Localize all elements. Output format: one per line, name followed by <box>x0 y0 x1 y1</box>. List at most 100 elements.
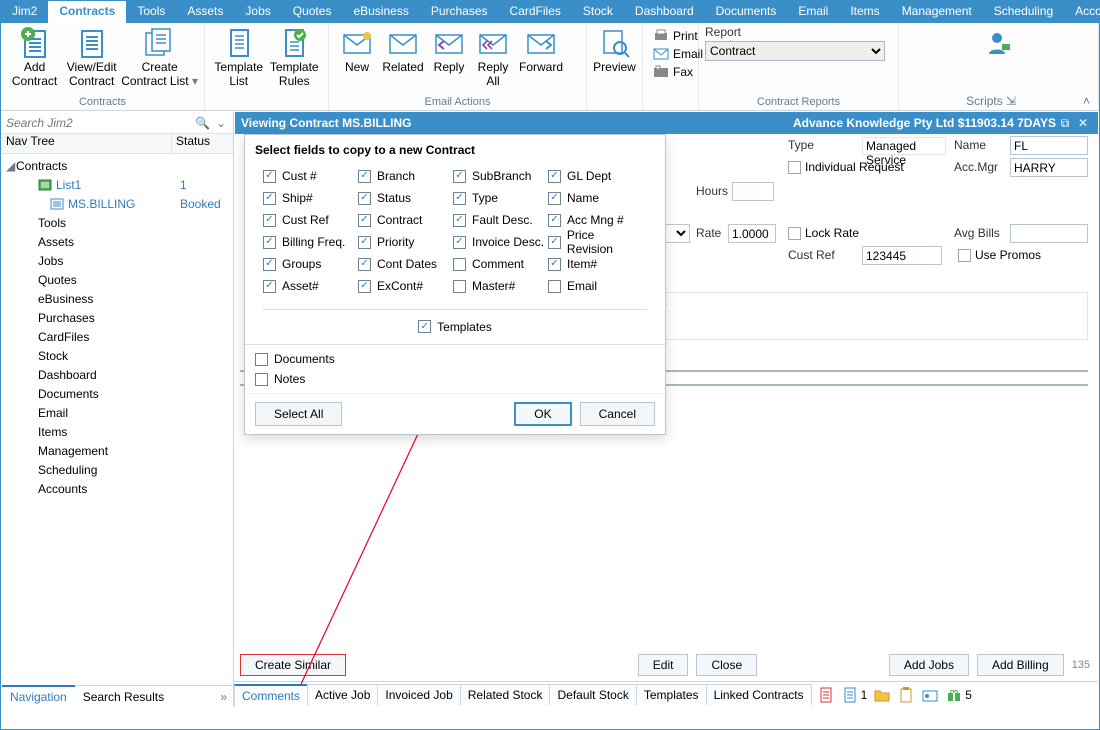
titlebar-popout-icon[interactable]: ⧉ <box>1056 116 1074 131</box>
lock-rate-checkbox[interactable] <box>788 227 801 240</box>
add-contract-button[interactable]: Add Contract <box>7 25 62 89</box>
field-checkbox-name[interactable] <box>548 192 561 205</box>
field-checkbox-invoicedesc[interactable] <box>453 236 466 249</box>
close-button[interactable]: Close <box>696 654 757 676</box>
tree-dashboard[interactable]: Dashboard <box>2 365 233 384</box>
scripts-button[interactable] <box>977 25 1021 61</box>
tab-stock[interactable]: Stock <box>572 1 624 23</box>
notes-checkbox[interactable] <box>255 373 268 386</box>
view-edit-contract-button[interactable]: View/Edit Contract <box>62 25 121 89</box>
field-checkbox-excont[interactable] <box>358 280 371 293</box>
tree-purchases[interactable]: Purchases <box>2 308 233 327</box>
individual-request-checkbox[interactable] <box>788 161 801 174</box>
email-reply-button[interactable]: Reply <box>427 25 471 75</box>
field-checkbox-status[interactable] <box>358 192 371 205</box>
tab-quotes[interactable]: Quotes <box>282 1 343 23</box>
field-checkbox-accmng[interactable] <box>548 214 561 227</box>
create-similar-button[interactable]: Create Similar <box>240 654 346 676</box>
detail-tab-linkedcontracts[interactable]: Linked Contracts <box>706 684 812 705</box>
rate-input[interactable] <box>728 224 776 243</box>
name-input[interactable] <box>1010 136 1088 155</box>
quick-fax-button[interactable]: Fax <box>649 63 697 81</box>
tab-accounts[interactable]: Accounts <box>1064 1 1100 23</box>
tab-tools[interactable]: Tools <box>126 1 176 23</box>
tab-dashboard[interactable]: Dashboard <box>624 1 705 23</box>
tab-scheduling[interactable]: Scheduling <box>983 1 1064 23</box>
field-checkbox-contract[interactable] <box>358 214 371 227</box>
tab-ebusiness[interactable]: eBusiness <box>342 1 419 23</box>
tree-accounts[interactable]: Accounts <box>2 479 233 498</box>
cancel-button[interactable]: Cancel <box>580 402 655 426</box>
tree-stock[interactable]: Stock <box>2 346 233 365</box>
quick-print-button[interactable]: Print <box>649 27 702 45</box>
tab-cardfiles[interactable]: CardFiles <box>499 1 572 23</box>
tree-list1[interactable]: List11 <box>2 175 233 194</box>
tree-cardfiles[interactable]: CardFiles <box>2 327 233 346</box>
tree-ebusiness[interactable]: eBusiness <box>2 289 233 308</box>
field-checkbox-pricerevision[interactable] <box>548 236 561 249</box>
nav-tab-search-results[interactable]: Search Results <box>75 687 172 707</box>
tab-jim2[interactable]: Jim2 <box>1 1 48 23</box>
titlebar-close-icon[interactable]: ✕ <box>1074 116 1092 130</box>
preview-button[interactable]: Preview <box>593 25 636 75</box>
tree-contracts[interactable]: ◢Contracts <box>2 156 233 175</box>
field-checkbox-faultdesc[interactable] <box>453 214 466 227</box>
tree-assets[interactable]: Assets <box>2 232 233 251</box>
tab-contracts[interactable]: Contracts <box>48 1 126 23</box>
search-options-icon[interactable]: ⌄ <box>213 116 229 130</box>
ok-button[interactable]: OK <box>514 402 571 426</box>
tree-documents[interactable]: Documents <box>2 384 233 403</box>
clipboard-icon[interactable] <box>897 686 915 704</box>
field-checkbox-asset[interactable] <box>263 280 276 293</box>
gift-icon[interactable] <box>945 686 963 704</box>
field-checkbox-subbranch[interactable] <box>453 170 466 183</box>
nav-expand-icon[interactable]: » <box>214 690 233 704</box>
tab-items[interactable]: Items <box>839 1 890 23</box>
avgbills-input[interactable] <box>1010 224 1088 243</box>
add-billing-button[interactable]: Add Billing <box>977 654 1064 676</box>
detail-tab-defaultstock[interactable]: Default Stock <box>549 684 636 705</box>
report-select[interactable]: Contract <box>705 41 885 61</box>
tree-management[interactable]: Management <box>2 441 233 460</box>
accmgr-input[interactable] <box>1010 158 1088 177</box>
tree-quotes[interactable]: Quotes <box>2 270 233 289</box>
detail-tab-comments[interactable]: Comments <box>234 684 308 706</box>
field-checkbox-branch[interactable] <box>358 170 371 183</box>
email-replyall-button[interactable]: Reply All <box>471 25 515 89</box>
search-input[interactable] <box>6 116 192 130</box>
folder-icon[interactable] <box>873 686 891 704</box>
field-checkbox-custref[interactable] <box>263 214 276 227</box>
email-new-button[interactable]: New <box>335 25 379 75</box>
templates-checkbox[interactable] <box>418 320 431 333</box>
detail-tab-templates[interactable]: Templates <box>636 684 707 705</box>
select-all-button[interactable]: Select All <box>255 402 342 426</box>
field-checkbox-cust[interactable] <box>263 170 276 183</box>
field-checkbox-billingfreq[interactable] <box>263 236 276 249</box>
custref-input[interactable] <box>862 246 942 265</box>
edit-button[interactable]: Edit <box>638 654 689 676</box>
field-checkbox-ship[interactable] <box>263 192 276 205</box>
field-checkbox-master[interactable] <box>453 280 466 293</box>
nav-tab-navigation[interactable]: Navigation <box>2 685 75 707</box>
detail-tab-invoicedjob[interactable]: Invoiced Job <box>377 684 460 705</box>
field-checkbox-contdates[interactable] <box>358 258 371 271</box>
email-forward-button[interactable]: Forward <box>515 25 567 75</box>
unknown-dropdown[interactable] <box>664 224 690 243</box>
tree-items[interactable]: Items <box>2 422 233 441</box>
hours-input[interactable] <box>732 182 774 201</box>
create-contract-list-button[interactable]: Create Contract List ▾ <box>121 25 198 89</box>
tab-documents[interactable]: Documents <box>705 1 788 23</box>
tab-management[interactable]: Management <box>891 1 983 23</box>
tree-email[interactable]: Email <box>2 403 233 422</box>
field-checkbox-gldept[interactable] <box>548 170 561 183</box>
use-promos-checkbox[interactable] <box>958 249 971 262</box>
tab-email[interactable]: Email <box>787 1 839 23</box>
documents-checkbox[interactable] <box>255 353 268 366</box>
doc-blue-icon[interactable] <box>841 686 859 704</box>
tree-tools[interactable]: Tools <box>2 213 233 232</box>
detail-tab-relatedstock[interactable]: Related Stock <box>460 684 551 705</box>
tree-scheduling[interactable]: Scheduling <box>2 460 233 479</box>
field-checkbox-item[interactable] <box>548 258 561 271</box>
add-jobs-button[interactable]: Add Jobs <box>889 654 969 676</box>
cardfile-icon[interactable] <box>921 686 939 704</box>
